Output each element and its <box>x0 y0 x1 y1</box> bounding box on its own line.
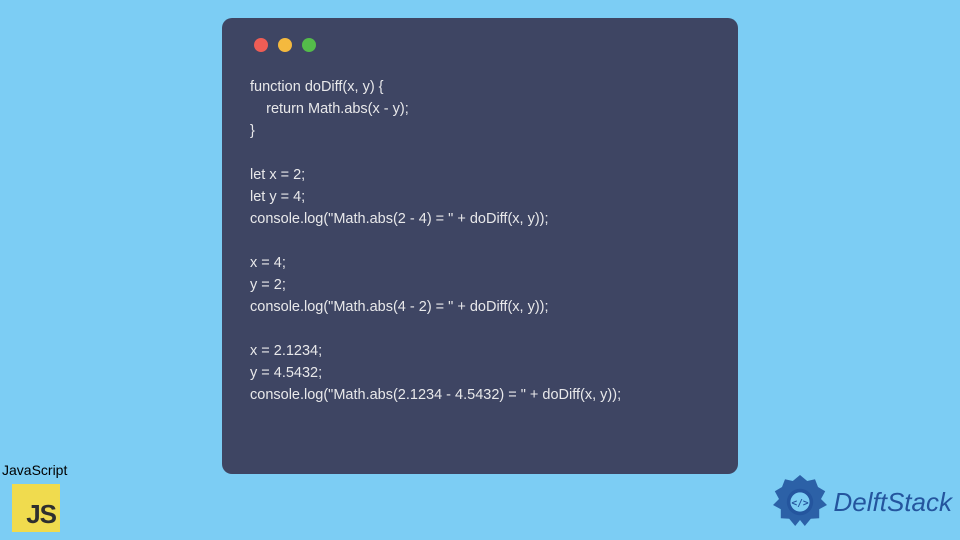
maximize-icon <box>302 38 316 52</box>
delftstack-brand: </> DelftStack <box>770 472 953 532</box>
code-content: function doDiff(x, y) { return Math.abs(… <box>250 76 710 406</box>
svg-text:</>: </> <box>791 498 809 509</box>
javascript-logo-icon: JS <box>12 484 60 532</box>
javascript-label: JavaScript <box>2 462 67 478</box>
delftstack-brand-text: DelftStack <box>834 487 953 518</box>
minimize-icon <box>278 38 292 52</box>
close-icon <box>254 38 268 52</box>
code-window: function doDiff(x, y) { return Math.abs(… <box>222 18 738 474</box>
window-controls <box>254 38 710 52</box>
delftstack-logo-icon: </> <box>770 472 830 532</box>
js-logo-text: JS <box>26 499 56 530</box>
